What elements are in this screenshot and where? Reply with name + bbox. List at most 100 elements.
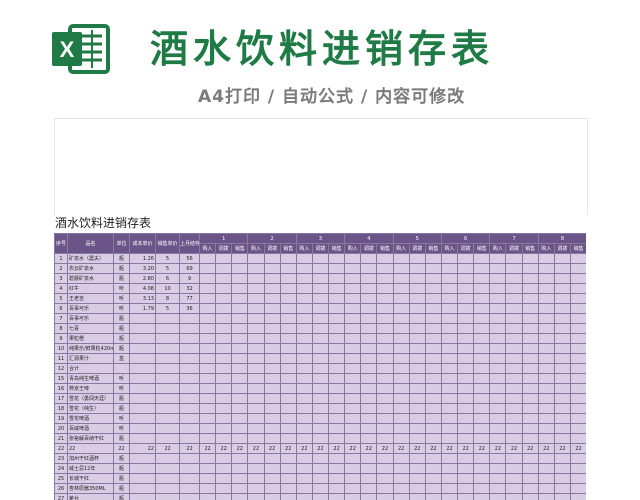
cell-stock[interactable] — [179, 463, 200, 474]
cell-day-value[interactable] — [360, 253, 378, 264]
cell-day-value[interactable] — [457, 343, 475, 354]
cell-day-value[interactable] — [344, 303, 362, 314]
cell-day-value[interactable] — [553, 303, 571, 314]
cell-day-value[interactable] — [424, 263, 442, 274]
cell-cost[interactable]: 4.08 — [129, 283, 156, 294]
cell-price[interactable] — [155, 353, 180, 364]
cell-day-value[interactable]: 22 — [263, 443, 281, 454]
cell-day-value[interactable] — [489, 303, 507, 314]
cell-day-value[interactable] — [360, 303, 378, 314]
cell-day-value[interactable] — [440, 263, 459, 274]
cell-day-value[interactable] — [328, 283, 346, 294]
cell-day-value[interactable] — [376, 323, 394, 334]
cell-unit[interactable]: 22 — [113, 443, 130, 454]
cell-unit[interactable]: 盒 — [113, 353, 130, 364]
cell-day-value[interactable] — [247, 373, 265, 384]
cell-day-value[interactable] — [408, 423, 426, 434]
header-sub[interactable]: 购入 — [537, 243, 555, 254]
cell-day-value[interactable] — [505, 433, 523, 444]
cell-day-value[interactable] — [392, 253, 410, 264]
cell-day-value[interactable] — [457, 303, 475, 314]
cell-day-value[interactable] — [279, 333, 297, 344]
cell-stock[interactable] — [179, 313, 200, 324]
cell-day-value[interactable] — [344, 253, 362, 264]
cell-day-value[interactable] — [215, 453, 233, 464]
cell-day-value[interactable] — [537, 383, 555, 394]
cell-day-value[interactable] — [408, 323, 426, 334]
cell-day-value[interactable] — [473, 413, 491, 424]
cell-day-value[interactable] — [505, 363, 523, 374]
cell-cost[interactable] — [129, 333, 156, 344]
cell-day-value[interactable] — [263, 413, 281, 424]
cell-day-value[interactable] — [473, 263, 491, 274]
header-no[interactable]: 序号 — [54, 233, 68, 254]
header-sub[interactable]: 销售 — [569, 243, 586, 254]
cell-day-value[interactable] — [473, 393, 491, 404]
cell-day-value[interactable] — [376, 313, 394, 324]
cell-day-value[interactable] — [489, 333, 507, 344]
cell-day-value[interactable] — [198, 423, 217, 434]
cell-day-value[interactable] — [569, 483, 586, 494]
cell-day-value[interactable] — [424, 273, 442, 284]
cell-day-value[interactable] — [295, 453, 313, 464]
cell-day-value[interactable] — [344, 473, 362, 484]
cell-day-value[interactable] — [231, 293, 249, 304]
cell-day-value[interactable] — [215, 333, 233, 344]
cell-day-value[interactable] — [360, 293, 378, 304]
cell-day-value[interactable] — [231, 333, 249, 344]
cell-day-value[interactable] — [424, 363, 442, 374]
cell-day-value[interactable] — [457, 463, 475, 474]
cell-day-value[interactable] — [505, 303, 523, 314]
cell-day-value[interactable] — [440, 373, 459, 384]
cell-day-value[interactable] — [247, 273, 265, 284]
cell-day-value[interactable] — [247, 413, 265, 424]
header-day[interactable]: 4 — [344, 233, 394, 244]
cell-unit[interactable]: 瓶 — [113, 343, 130, 354]
cell-day-value[interactable] — [360, 273, 378, 284]
cell-day-value[interactable] — [247, 303, 265, 314]
cell-day-value[interactable] — [376, 423, 394, 434]
cell-day-value[interactable] — [440, 313, 459, 324]
cell-day-value[interactable] — [247, 363, 265, 374]
cell-day-value[interactable] — [408, 403, 426, 414]
header-sub[interactable]: 调拨 — [360, 243, 378, 254]
cell-day-value[interactable] — [521, 423, 539, 434]
cell-day-value[interactable] — [424, 483, 442, 494]
cell-day-value[interactable] — [263, 483, 281, 494]
cell-day-value[interactable] — [279, 463, 297, 474]
cell-name[interactable]: 茅台 — [67, 493, 114, 500]
cell-day-value[interactable] — [408, 433, 426, 444]
cell-day-value[interactable] — [489, 453, 507, 464]
cell-day-value[interactable] — [392, 393, 410, 404]
cell-day-value[interactable] — [263, 263, 281, 274]
header-sub[interactable]: 销售 — [231, 243, 249, 254]
cell-day-value[interactable] — [328, 463, 346, 474]
cell-name[interactable]: 张裕解百纳干红 — [67, 433, 114, 444]
cell-cost[interactable] — [129, 363, 156, 374]
cell-price[interactable]: 22 — [155, 443, 180, 454]
cell-day-value[interactable] — [521, 393, 539, 404]
cell-day-value[interactable] — [295, 313, 313, 324]
cell-day-value[interactable] — [521, 473, 539, 484]
cell-stock[interactable] — [179, 473, 200, 484]
cell-day-value[interactable]: 22 — [198, 443, 217, 454]
cell-name[interactable]: 果粒橙 — [67, 333, 114, 344]
cell-day-value[interactable] — [311, 283, 330, 294]
cell-cost[interactable]: 3.20 — [129, 263, 156, 274]
cell-day-value[interactable] — [198, 303, 217, 314]
cell-day-value[interactable] — [537, 373, 555, 384]
cell-day-value[interactable] — [473, 283, 491, 294]
cell-unit[interactable]: 瓶 — [113, 483, 130, 494]
cell-day-value[interactable] — [344, 313, 362, 324]
cell-day-value[interactable] — [440, 413, 459, 424]
cell-day-value[interactable] — [215, 433, 233, 444]
header-day[interactable]: 1 — [198, 233, 249, 244]
cell-day-value[interactable] — [295, 423, 313, 434]
cell-day-value[interactable] — [505, 483, 523, 494]
cell-day-value[interactable] — [328, 393, 346, 404]
cell-day-value[interactable]: 22 — [440, 443, 459, 454]
cell-unit[interactable]: 瓶 — [113, 273, 130, 284]
cell-day-value[interactable] — [392, 313, 410, 324]
cell-day-value[interactable] — [311, 383, 330, 394]
cell-day-value[interactable] — [521, 493, 539, 500]
